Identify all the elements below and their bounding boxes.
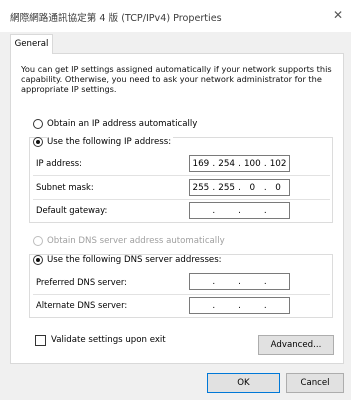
use-following-dns-label[interactable]: Use the following DNS server addresses: [47, 255, 224, 265]
default-gateway-input[interactable]: ... [189, 202, 290, 219]
use-following-dns-radio[interactable] [33, 255, 43, 265]
tab-general[interactable]: General [10, 34, 53, 54]
close-icon[interactable]: ✕ [330, 6, 346, 24]
alternate-dns-input[interactable]: ... [189, 297, 290, 314]
window-title: 網際網路通訊協定第 4 版 (TCP/IPv4) Properties [10, 13, 222, 24]
subnet-octet-3: 0 [249, 182, 256, 193]
ip-octet-3: 100 [243, 158, 261, 169]
description-text: You can get IP settings assigned automat… [21, 64, 332, 94]
validate-settings-checkbox[interactable] [35, 335, 46, 346]
cancel-button[interactable]: Cancel [286, 373, 344, 393]
ip-octet-2: 254 [218, 158, 236, 169]
preferred-dns-label: Preferred DNS server: [36, 277, 127, 287]
ip-octet-1: 169 [192, 158, 210, 169]
subnet-mask-label: Subnet mask: [36, 182, 94, 192]
preferred-dns-input[interactable]: ... [189, 273, 290, 290]
obtain-ip-auto-radio[interactable] [33, 119, 43, 129]
alternate-dns-label: Alternate DNS server: [36, 300, 128, 310]
ip-octet-4: 102 [269, 158, 287, 169]
ip-address-label: IP address: [36, 158, 82, 168]
row-divider [33, 294, 330, 295]
subnet-octet-4: 0 [275, 182, 281, 193]
ok-button[interactable]: OK [207, 373, 280, 393]
row-divider [33, 175, 330, 176]
row-divider [33, 199, 330, 200]
validate-settings-label[interactable]: Validate settings upon exit [51, 335, 166, 345]
ip-address-input[interactable]: 169. 254. 100. 102 [189, 155, 290, 172]
obtain-dns-auto-radio [33, 236, 43, 246]
default-gateway-label: Default gateway: [36, 205, 108, 215]
subnet-octet-1: 255 [192, 182, 210, 193]
advanced-button[interactable]: Advanced... [258, 335, 334, 355]
obtain-dns-auto-label: Obtain DNS server address automatically [47, 236, 225, 246]
subnet-mask-input[interactable]: 255. 255. 0. 0 [189, 179, 290, 196]
use-following-ip-radio[interactable] [33, 137, 43, 147]
obtain-ip-auto-label[interactable]: Obtain an IP address automatically [47, 119, 197, 129]
subnet-octet-2: 255 [218, 182, 236, 193]
use-following-ip-label[interactable]: Use the following IP address: [47, 137, 174, 147]
